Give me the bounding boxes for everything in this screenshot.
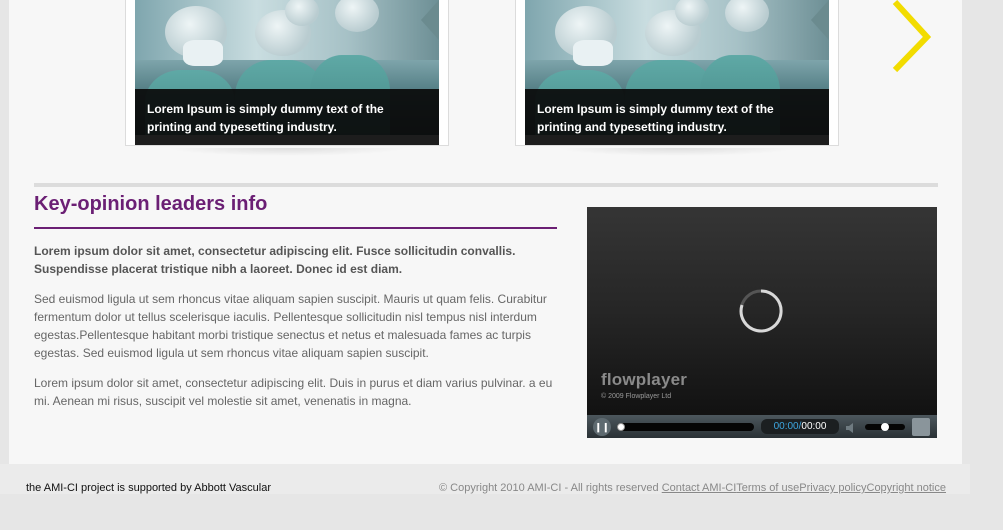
copyright-text: © Copyright 2010 AMI-CI - All rights res… — [439, 482, 659, 494]
pause-button[interactable]: ❙❙ — [593, 418, 611, 436]
card-shadow — [557, 148, 797, 156]
loading-spinner-icon — [738, 288, 784, 334]
volume-handle[interactable] — [881, 423, 889, 431]
privacy-link[interactable]: Privacy policy — [799, 482, 866, 494]
player-brand-logo: flowplayer — [601, 370, 688, 389]
copyright-notice-link[interactable]: Copyright notice — [867, 482, 947, 494]
page-content: Lorem Ipsum is simply dummy text of the … — [9, 0, 962, 464]
slide-caption: Lorem Ipsum is simply dummy text of the … — [135, 89, 439, 145]
current-time: 00:00 — [773, 421, 799, 432]
lead-paragraph: Lorem ipsum dolor sit amet, consectetur … — [34, 244, 516, 276]
time-display: 00:00/00:00 — [761, 419, 839, 434]
volume-icon[interactable] — [845, 421, 859, 433]
fullscreen-button[interactable] — [912, 418, 930, 436]
chevron-right-icon[interactable] — [889, 0, 939, 74]
total-time: 00:00 — [801, 421, 827, 432]
slide-caption: Lorem Ipsum is simply dummy text of the … — [525, 89, 829, 145]
video-player[interactable]: flowplayer © 2009 Flowplayer Ltd ❙❙ 00:0… — [587, 207, 937, 438]
progress-handle[interactable] — [617, 423, 625, 431]
player-controls: ❙❙ 00:00/00:00 — [587, 415, 937, 438]
carousel-slide[interactable]: Lorem Ipsum is simply dummy text of the … — [125, 0, 449, 146]
section-divider — [34, 183, 938, 187]
body-paragraph: Sed euismod ligula ut sem rhoncus vitae … — [34, 292, 547, 360]
contact-link[interactable]: Contact AMI-CI — [662, 482, 737, 494]
carousel-slide[interactable]: Lorem Ipsum is simply dummy text of the … — [515, 0, 839, 146]
footer-sponsor-text: the AMI-CI project is supported by Abbot… — [26, 482, 271, 494]
terms-link[interactable]: Terms of use — [736, 482, 799, 494]
footer-links: © Copyright 2010 AMI-CI - All rights res… — [439, 482, 946, 494]
card-shadow — [167, 148, 407, 156]
body-paragraph: Lorem ipsum dolor sit amet, consectetur … — [34, 376, 553, 408]
player-brand-copyright: © 2009 Flowplayer Ltd — [601, 393, 672, 400]
section-title: Key-opinion leaders info — [34, 191, 557, 229]
progress-bar[interactable] — [617, 423, 754, 431]
